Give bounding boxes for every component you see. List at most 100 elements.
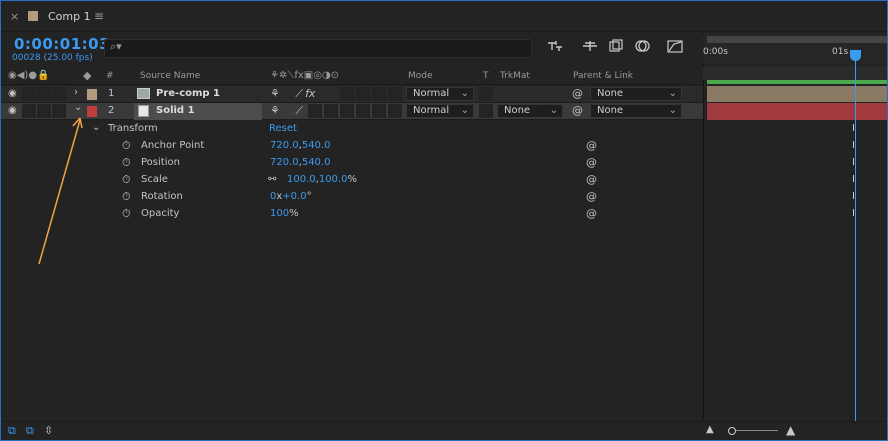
label-tag-icon[interactable]: ◆	[83, 69, 91, 82]
precomp-icon	[137, 88, 150, 99]
t-header: T	[483, 71, 489, 81]
pick-whip-icon[interactable]: @	[572, 87, 583, 100]
parent-dropdown[interactable]: None ⌄	[590, 87, 682, 101]
frame-count-fps: 00028 (25.00 fps)	[12, 53, 93, 63]
comp-color-swatch	[28, 11, 38, 21]
pick-whip-icon[interactable]: @	[572, 104, 583, 117]
stopwatch-icon[interactable]: ⏱	[122, 156, 131, 170]
switch-cell[interactable]	[340, 87, 354, 101]
switch-cell[interactable]	[388, 87, 402, 101]
close-tab-icon[interactable]: ×	[10, 10, 19, 23]
audio-toggle-cell[interactable]	[22, 87, 36, 101]
layer-label-color[interactable]	[87, 89, 97, 100]
keyframe-navigator-icon[interactable]: I	[852, 191, 855, 202]
current-time-display[interactable]: 0:00:01:03	[14, 35, 110, 53]
blend-mode-dropdown[interactable]: Normal ⌄	[406, 104, 474, 118]
layer-duration-bar[interactable]	[707, 86, 887, 102]
layer-label-color[interactable]	[87, 106, 97, 117]
chevron-down-icon: ⌄	[460, 105, 469, 116]
graph-editor-icon[interactable]	[666, 39, 684, 55]
zoom-out-icon[interactable]: ▲	[706, 424, 714, 435]
keyframe-navigator-icon[interactable]: I	[852, 174, 855, 185]
parent-dropdown[interactable]: None ⌄	[590, 104, 682, 118]
solo-toggle-cell[interactable]	[37, 87, 51, 101]
property-value[interactable]: 720.0,540.0	[270, 157, 330, 168]
keyframe-navigator-icon[interactable]: I	[852, 140, 855, 151]
layer-search-input[interactable]	[104, 39, 532, 58]
solo-toggle-cell[interactable]	[37, 104, 51, 118]
stopwatch-icon[interactable]: ⏱	[122, 207, 131, 221]
frame-blending-icon[interactable]	[607, 39, 625, 55]
property-name: Scale	[141, 174, 168, 185]
zoom-slider-thumb[interactable]	[728, 427, 736, 435]
visibility-eye-icon[interactable]: ◉	[8, 105, 17, 116]
switch-cell[interactable]	[356, 87, 370, 101]
preserve-transparency-cell[interactable]	[479, 87, 493, 101]
property-value[interactable]: 0x+0.0°	[270, 191, 312, 202]
zoom-in-icon[interactable]: ▲	[786, 423, 795, 437]
current-time-indicator[interactable]	[855, 52, 856, 422]
comp-tab-title[interactable]: Comp 1	[48, 10, 91, 23]
switch-cell[interactable]	[308, 104, 322, 118]
lock-toggle-cell[interactable]	[52, 104, 66, 118]
transform-chevron-icon[interactable]: ⌄	[92, 122, 100, 133]
current-time-indicator-head[interactable]	[850, 50, 861, 61]
composition-flowchart-icon[interactable]	[546, 39, 564, 55]
property-value[interactable]: 720.0,540.0	[270, 140, 330, 151]
switch-cell[interactable]	[340, 104, 354, 118]
trkmat-header: TrkMat	[500, 71, 530, 81]
expression-pickwhip-icon[interactable]: @	[586, 190, 597, 203]
expand-chevron-icon[interactable]: ›	[74, 87, 78, 98]
time-navigator[interactable]	[703, 66, 887, 80]
stopwatch-icon[interactable]: ⏱	[122, 190, 131, 204]
transform-group-label[interactable]: Transform	[108, 123, 158, 134]
expression-pickwhip-icon[interactable]: @	[586, 139, 597, 152]
stopwatch-icon[interactable]: ⏱	[122, 139, 131, 153]
mode-header: Mode	[408, 71, 433, 81]
panel-menu-icon[interactable]: ≡	[94, 9, 104, 23]
switch-cell[interactable]	[356, 104, 370, 118]
draft-3d-icon[interactable]	[581, 39, 599, 55]
work-area-bar[interactable]	[707, 36, 887, 43]
layer-switches-icons[interactable]: ⚘ ⟋	[270, 104, 303, 118]
keyframe-navigator-icon[interactable]: I	[852, 123, 855, 134]
expression-pickwhip-icon[interactable]: @	[586, 207, 597, 220]
stopwatch-icon[interactable]: ⏱	[122, 173, 131, 187]
ruler-label-1s: 01s	[832, 47, 849, 57]
track-matte-dropdown[interactable]: None ⌄	[497, 104, 563, 118]
property-name: Opacity	[141, 208, 180, 219]
lock-toggle-cell[interactable]	[52, 87, 66, 101]
property-value[interactable]: 100.0,100.0%	[287, 174, 357, 185]
chevron-down-icon: ⌄	[668, 88, 677, 99]
blend-mode-dropdown[interactable]: Normal ⌄	[406, 87, 474, 101]
layer-name[interactable]: Solid 1	[156, 105, 195, 116]
preserve-transparency-cell[interactable]	[479, 104, 493, 118]
expression-pickwhip-icon[interactable]: @	[586, 156, 597, 169]
keyframe-navigator-icon[interactable]: I	[852, 157, 855, 168]
switch-cell[interactable]	[372, 87, 386, 101]
visibility-eye-icon[interactable]: ◉	[8, 88, 17, 99]
solid-icon	[138, 105, 149, 117]
chevron-down-icon: ⌄	[668, 105, 677, 116]
layer-name-highlight	[134, 103, 262, 120]
transform-reset-link[interactable]: Reset	[269, 123, 297, 134]
collapse-chevron-icon[interactable]: ⌄	[74, 102, 82, 113]
switch-cell[interactable]	[372, 104, 386, 118]
switch-cell[interactable]	[388, 104, 402, 118]
layer-duration-bar[interactable]	[707, 103, 887, 120]
switch-cell[interactable]	[324, 104, 338, 118]
audio-toggle-cell[interactable]	[22, 104, 36, 118]
layer-switches-icons[interactable]: ⚘ ⟋ fx	[270, 87, 315, 101]
toggle-switches-icon[interactable]: ⧉	[8, 424, 16, 438]
property-value[interactable]: 100%	[270, 208, 299, 219]
expression-pickwhip-icon[interactable]: @	[586, 173, 597, 186]
toggle-modes-icon[interactable]: ⧉	[26, 424, 34, 438]
keyframe-navigator-icon[interactable]: I	[852, 208, 855, 219]
constrain-proportions-icon[interactable]: ⚯	[268, 174, 276, 185]
layer-name[interactable]: Pre-comp 1	[156, 88, 220, 99]
panel-tab-bar	[1, 1, 887, 32]
toggle-in-out-icon[interactable]: ⇳	[44, 424, 53, 437]
motion-blur-icon[interactable]	[634, 39, 652, 55]
property-name: Rotation	[141, 191, 183, 202]
source-name-header[interactable]: Source Name	[140, 71, 200, 81]
